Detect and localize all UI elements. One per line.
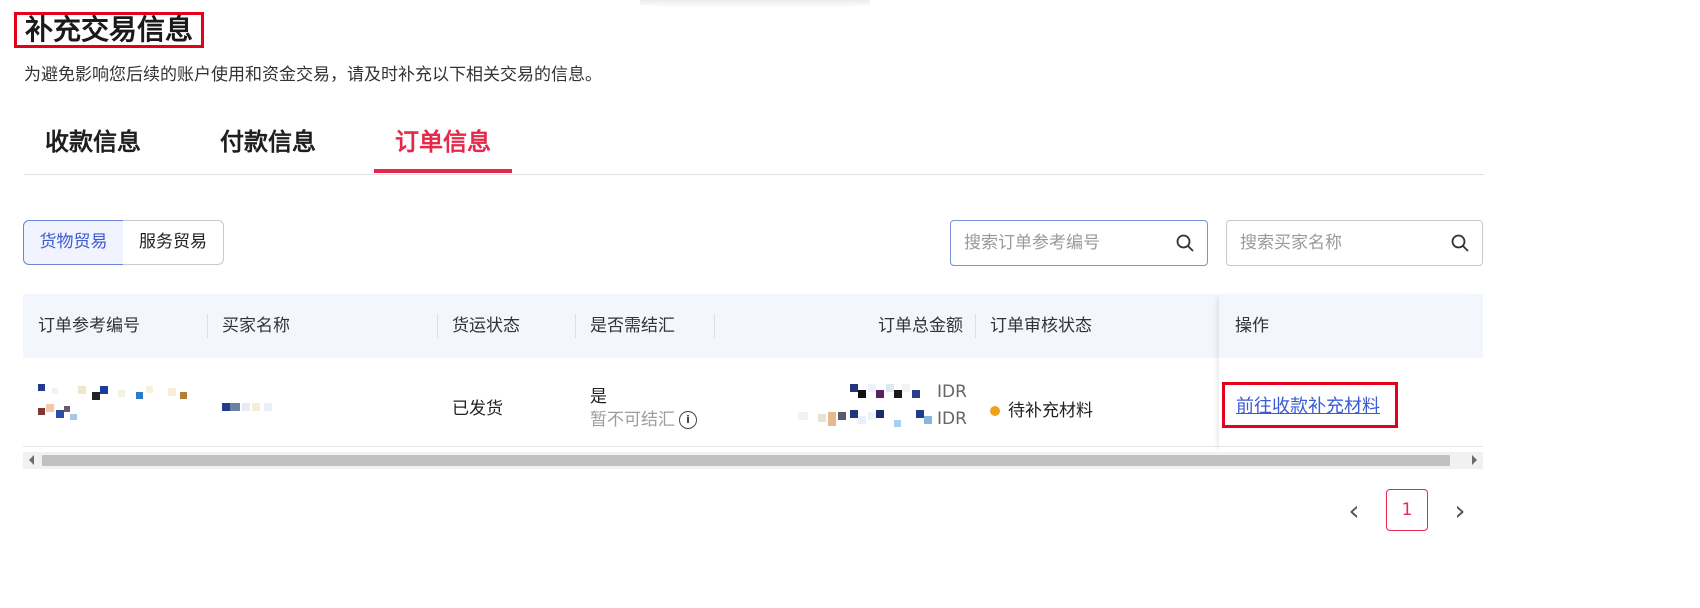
chevron-right-icon[interactable]: ›: [1448, 496, 1472, 526]
page-1-button[interactable]: 1: [1386, 489, 1428, 531]
service-trade-button[interactable]: 服务贸易: [123, 220, 224, 265]
search-icon[interactable]: [1450, 233, 1470, 253]
scroll-thumb[interactable]: [42, 455, 1450, 466]
orders-table: 订单参考编号 买家名称 货运状态 是否需结汇 订单总金额 订单审核状态 已发货 …: [23, 294, 1483, 452]
settlement-note: 暂不可结汇 i: [590, 405, 697, 430]
currency-code: IDR: [937, 409, 967, 429]
status-dot-icon: [990, 406, 1000, 416]
settlement-required: 是: [590, 387, 607, 407]
column-divider: [714, 314, 715, 338]
fixed-action-column: 操作: [1219, 294, 1483, 452]
col-buyer-name: 买家名称: [222, 316, 290, 336]
col-shipping-status: 货运状态: [452, 316, 520, 336]
page-title: 补充交易信息: [14, 12, 204, 48]
column-divider: [975, 314, 976, 338]
info-icon[interactable]: i: [679, 411, 697, 429]
buyer-search-placeholder: 搜索买家名称: [1240, 233, 1342, 253]
review-status-text: 待补充材料: [1008, 401, 1093, 421]
redacted-buyer-name: [222, 398, 282, 411]
tab-bar: 收款信息 付款信息 订单信息: [24, 120, 1484, 175]
order-ref-search-placeholder: 搜索订单参考编号: [964, 233, 1100, 253]
top-shadow: [640, 0, 870, 8]
redacted-order-ref: [38, 384, 208, 424]
col-settlement: 是否需结汇: [590, 316, 675, 336]
pixelated-redaction: [38, 384, 187, 420]
scroll-left-arrow-icon[interactable]: [29, 455, 34, 465]
horizontal-scrollbar[interactable]: [23, 452, 1483, 469]
currency-code: IDR: [937, 382, 967, 402]
tab-payment-info[interactable]: 付款信息: [199, 120, 337, 173]
scroll-right-arrow-icon[interactable]: [1472, 455, 1477, 465]
action-header-cell: 操作: [1219, 294, 1483, 358]
page-subtitle: 为避免影响您后续的账户使用和资金交易，请及时补充以下相关交易的信息。: [24, 65, 602, 85]
go-to-supplement-link[interactable]: 前往收款补充材料: [1236, 392, 1380, 418]
goods-trade-button[interactable]: 货物贸易: [23, 220, 124, 265]
buyer-search-input[interactable]: 搜索买家名称: [1226, 220, 1483, 266]
active-tab-underline: [374, 169, 512, 173]
search-icon[interactable]: [1175, 233, 1195, 253]
column-divider: [437, 314, 438, 338]
redacted-order-amount: [798, 382, 938, 430]
col-order-total: 订单总金额: [878, 316, 963, 336]
chevron-left-icon[interactable]: ‹: [1342, 496, 1366, 526]
pixelated-redaction: [222, 403, 272, 411]
col-order-ref: 订单参考编号: [38, 316, 140, 336]
settlement-note-text: 暂不可结汇: [590, 410, 675, 430]
column-divider: [575, 314, 576, 338]
tab-order-info[interactable]: 订单信息: [374, 120, 512, 173]
tab-collection-info[interactable]: 收款信息: [24, 120, 162, 173]
order-ref-search-input[interactable]: 搜索订单参考编号: [950, 220, 1208, 266]
column-divider: [207, 314, 208, 338]
col-action: 操作: [1235, 316, 1269, 336]
col-review-status: 订单审核状态: [990, 316, 1092, 336]
shipping-status: 已发货: [452, 399, 503, 419]
review-status: 待补充材料: [990, 396, 1093, 421]
pixelated-redaction: [798, 384, 932, 427]
